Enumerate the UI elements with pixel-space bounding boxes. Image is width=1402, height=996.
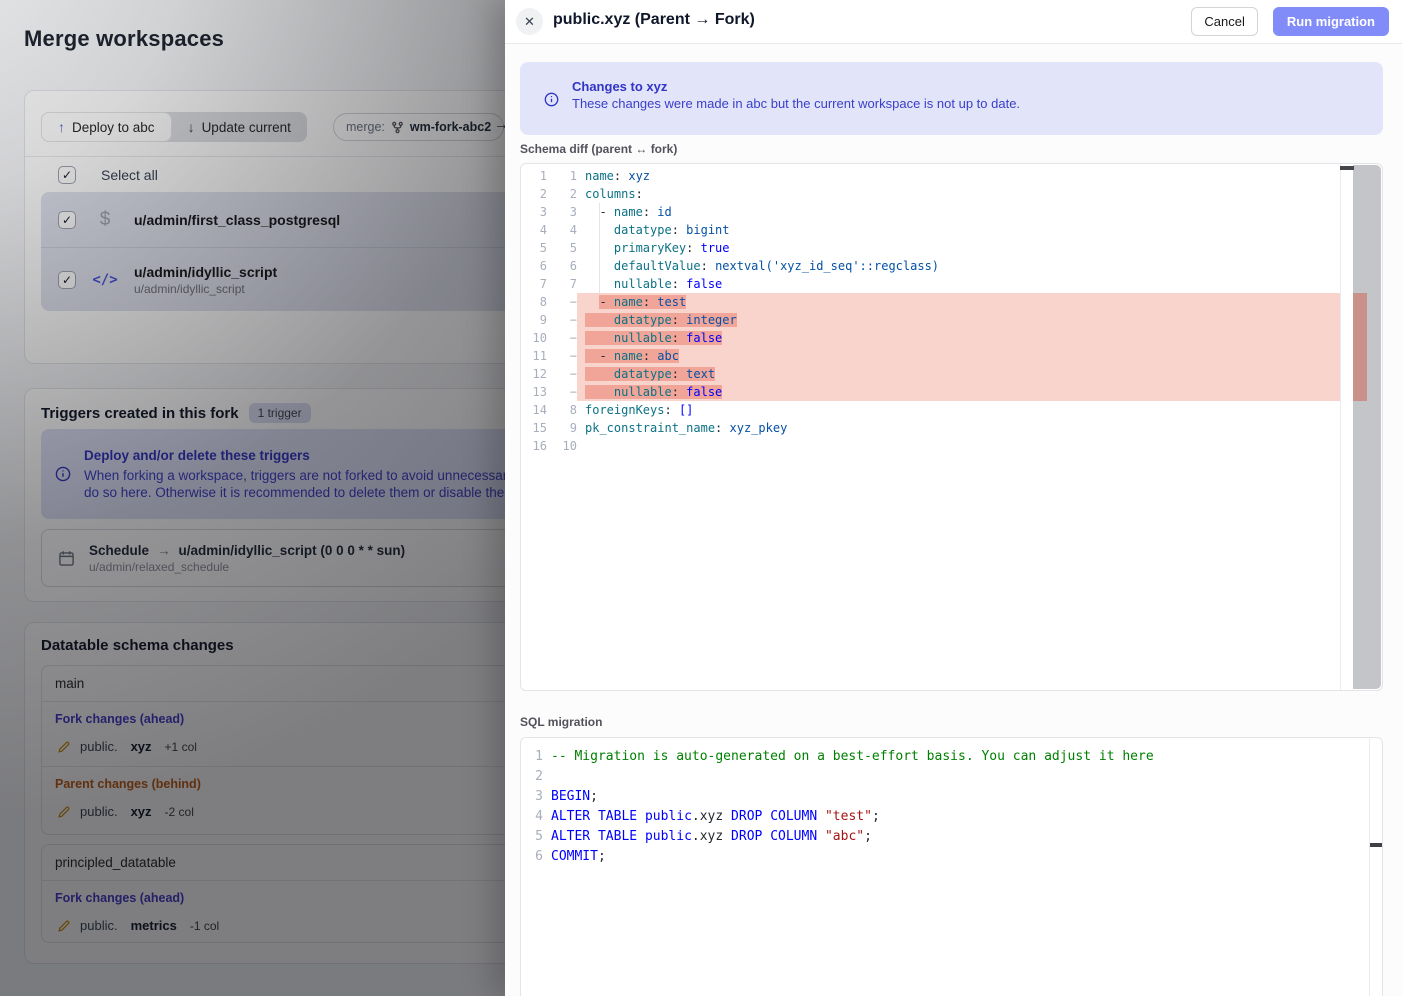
- overview-cursor-mark: [1370, 843, 1382, 847]
- changes-banner: Changes to xyz These changes were made i…: [520, 62, 1383, 135]
- diff-line: 13− nullable: false: [521, 383, 1340, 401]
- sql-line: 4ALTER TABLE public.xyz DROP COLUMN "tes…: [521, 807, 1369, 827]
- diff-line: 66 defaultValue: nextval('xyz_id_seq'::r…: [521, 257, 1340, 275]
- cancel-button[interactable]: Cancel: [1191, 7, 1257, 36]
- diff-line: 1610: [521, 437, 1340, 455]
- diff-line: 148foreignKeys: []: [521, 401, 1340, 419]
- diff-line: 33 - name: id: [521, 203, 1340, 221]
- diff-line: 12− datatype: text: [521, 365, 1340, 383]
- divider: [1340, 164, 1341, 690]
- diff-line: 44 datatype: bigint: [521, 221, 1340, 239]
- sql-line: 5ALTER TABLE public.xyz DROP COLUMN "abc…: [521, 827, 1369, 847]
- sql-line: 1-- Migration is auto-generated on a bes…: [521, 747, 1369, 767]
- info-icon: [544, 92, 559, 107]
- sql-migration-editor[interactable]: 1-- Migration is auto-generated on a bes…: [520, 737, 1383, 996]
- close-button[interactable]: ✕: [516, 8, 543, 35]
- banner-title: Changes to xyz: [572, 79, 667, 94]
- sql-line: 2: [521, 767, 1369, 787]
- schema-diff-editor[interactable]: 11name: xyz22columns:33 - name: id44 dat…: [520, 163, 1383, 691]
- sql-line: 3BEGIN;: [521, 787, 1369, 807]
- drawer-title: public.xyz (Parent → Fork): [553, 11, 755, 29]
- diff-line: 11− - name: abc: [521, 347, 1340, 365]
- diff-line: 55 primaryKey: true: [521, 239, 1340, 257]
- migration-drawer: ✕ public.xyz (Parent → Fork) Cancel Run …: [505, 0, 1402, 996]
- overview-cursor-mark: [1340, 166, 1354, 170]
- diff-line: 8− - name: test: [521, 293, 1340, 311]
- close-icon: ✕: [524, 14, 535, 30]
- drawer-backdrop[interactable]: [0, 0, 505, 996]
- banner-description: These changes were made in abc but the c…: [572, 96, 1020, 111]
- diff-line: 9− datatype: integer: [521, 311, 1340, 329]
- diff-line: 10− nullable: false: [521, 329, 1340, 347]
- run-migration-button[interactable]: Run migration: [1273, 7, 1389, 36]
- diff-removed-marker: [1353, 293, 1367, 401]
- diff-scrollbar[interactable]: [1353, 165, 1381, 689]
- diff-line: 11name: xyz: [521, 167, 1340, 185]
- drawer-header: ✕ public.xyz (Parent → Fork) Cancel Run …: [505, 0, 1402, 44]
- diff-line: 159pk_constraint_name: xyz_pkey: [521, 419, 1340, 437]
- diff-line: 22columns:: [521, 185, 1340, 203]
- diff-line: 77 nullable: false: [521, 275, 1340, 293]
- indent-guide: [599, 203, 600, 293]
- sql-line: 6COMMIT;: [521, 847, 1369, 867]
- schema-diff-label: Schema diff (parent ↔ fork): [520, 142, 677, 156]
- sql-migration-label: SQL migration: [520, 715, 602, 729]
- divider: [1369, 738, 1370, 996]
